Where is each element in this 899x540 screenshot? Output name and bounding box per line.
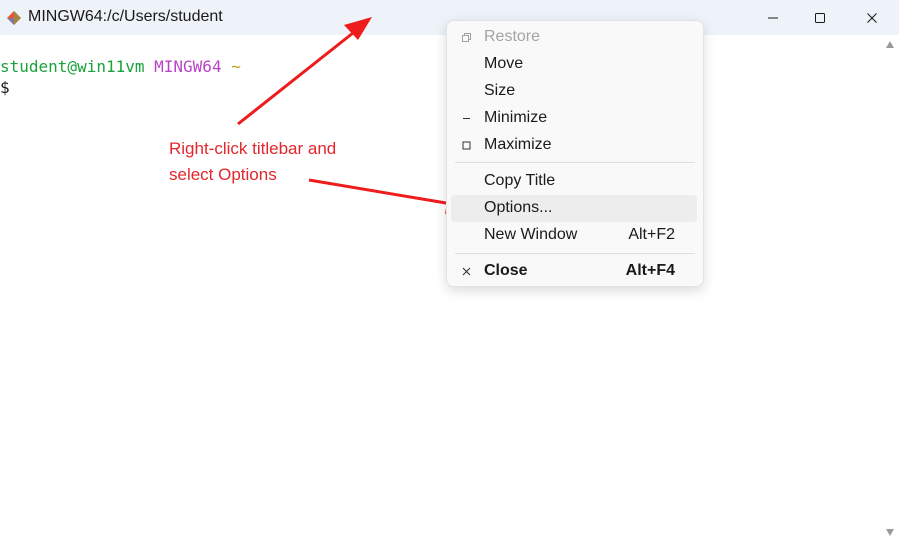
restore-icon bbox=[459, 24, 473, 51]
menu-label-options: Options... bbox=[484, 199, 553, 216]
menu-separator bbox=[455, 253, 695, 254]
menu-label-size: Size bbox=[484, 82, 516, 99]
menu-item-size[interactable]: Size bbox=[451, 78, 697, 105]
menu-label-restore: Restore bbox=[484, 28, 541, 45]
menu-item-new-window[interactable]: New Window Alt+F2 bbox=[451, 222, 697, 249]
menu-item-maximize[interactable]: Maximize bbox=[451, 132, 697, 159]
menu-label-new-window: New Window bbox=[484, 226, 578, 243]
arrow-to-titlebar-icon bbox=[237, 17, 372, 126]
menu-label-move: Move bbox=[484, 55, 524, 72]
menu-separator bbox=[455, 162, 695, 163]
menu-label-minimize: Minimize bbox=[484, 109, 548, 126]
menu-shortcut-close: Alt+F4 bbox=[625, 262, 675, 279]
close-icon bbox=[459, 258, 473, 285]
system-context-menu: Restore Move Size Minimize Maximize Copy… bbox=[446, 20, 704, 287]
minimize-icon bbox=[459, 105, 473, 132]
menu-item-options[interactable]: Options... bbox=[451, 195, 697, 222]
menu-label-copy-title: Copy Title bbox=[484, 172, 556, 189]
menu-item-close[interactable]: Close Alt+F4 bbox=[451, 258, 697, 285]
menu-label-maximize: Maximize bbox=[484, 136, 552, 153]
menu-item-minimize[interactable]: Minimize bbox=[451, 105, 697, 132]
menu-item-copy-title[interactable]: Copy Title bbox=[451, 168, 697, 195]
menu-item-restore[interactable]: Restore bbox=[451, 24, 697, 51]
menu-item-move[interactable]: Move bbox=[451, 51, 697, 78]
menu-shortcut-new-window: Alt+F2 bbox=[628, 226, 675, 243]
maximize-icon bbox=[459, 132, 473, 159]
menu-label-close: Close bbox=[484, 262, 528, 279]
